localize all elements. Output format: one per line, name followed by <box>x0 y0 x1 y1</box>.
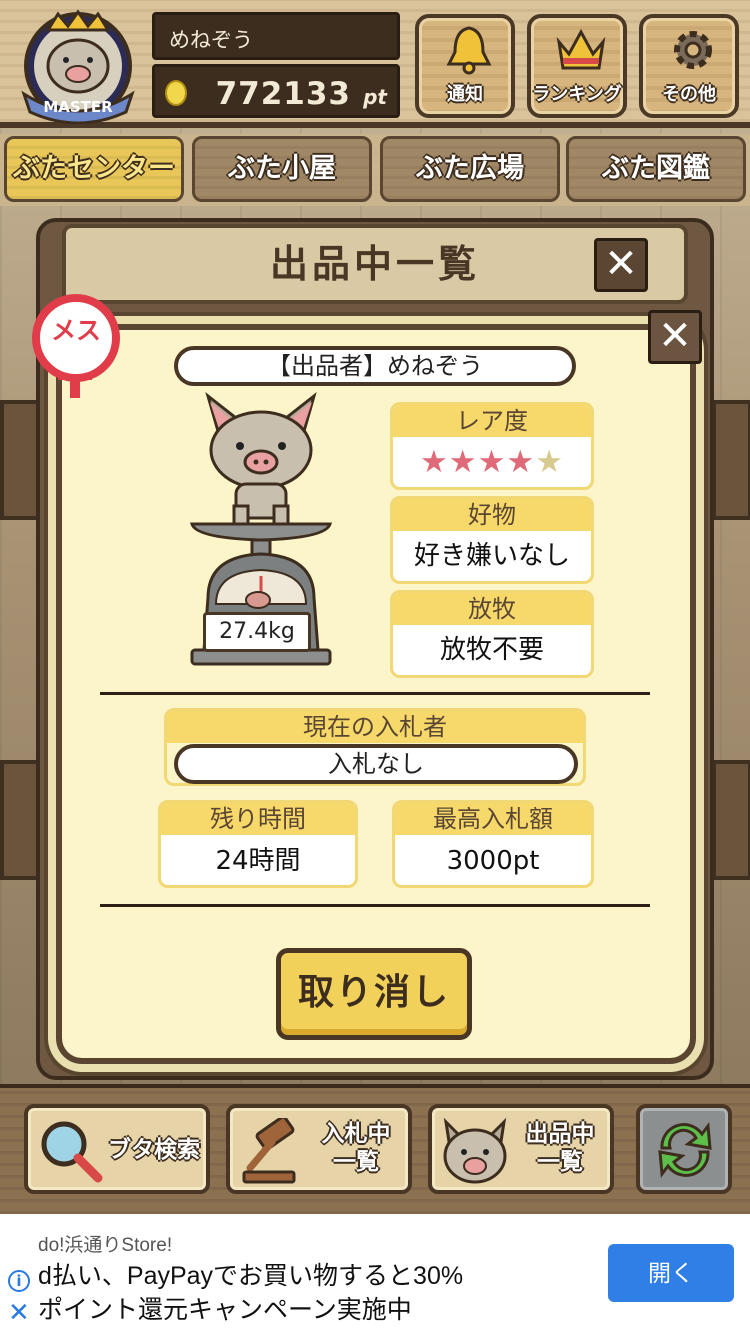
bell-icon <box>446 26 492 75</box>
bidding-list-button[interactable]: 入札中 一覧 <box>226 1104 412 1194</box>
grazing-value: 放牧不要 <box>439 635 544 665</box>
seller-field: 【出品者】めねぞう <box>174 346 576 386</box>
tab-buta-encyclopedia[interactable]: ぶた図鑑 <box>566 136 746 202</box>
grazing-box: 放牧 放牧不要 <box>390 590 594 678</box>
star-filled-icon: ★ <box>448 444 478 480</box>
ad-close-icon[interactable]: ✕ <box>8 1300 30 1326</box>
divider <box>100 904 650 907</box>
username: めねぞう <box>169 28 253 52</box>
favorite-value: 好き嫌いなし <box>413 541 570 571</box>
refresh-button[interactable] <box>636 1104 732 1194</box>
weight-display: 27.4kg <box>203 612 311 652</box>
gender-label: メス <box>50 316 101 345</box>
coin-icon <box>165 80 187 106</box>
panel-close-button[interactable]: ✕ <box>594 238 648 292</box>
listing-label-1: 出品中 <box>525 1121 595 1147</box>
points-value: 772133 <box>215 76 351 112</box>
points-unit: pt <box>363 85 387 109</box>
refresh-icon <box>658 1121 712 1179</box>
badge-text: MASTER <box>43 98 113 116</box>
notification-label: 通知 <box>447 84 483 105</box>
background-beam <box>712 760 750 880</box>
gavel-icon <box>242 1118 296 1184</box>
ad-text-line-1: d払い、PayPayでお買い物すると30% <box>38 1262 464 1290</box>
notification-button[interactable]: 通知 <box>415 14 515 118</box>
pig-search-label: ブタ検索 <box>108 1137 200 1163</box>
star-empty-icon: ★ <box>535 444 564 480</box>
highest-bid-box: 最高入札額 3000pt <box>392 800 594 888</box>
listing-list-button[interactable]: 出品中 一覧 <box>428 1104 614 1194</box>
pig-face-icon <box>443 1117 507 1184</box>
rarity-stars: ★★★★★ <box>393 437 591 487</box>
highest-bid-label: 最高入札額 <box>395 803 591 835</box>
tab-buta-center[interactable]: ぶたセンター <box>4 136 184 202</box>
pig-avatar-icon: MASTER <box>21 9 135 125</box>
divider <box>100 692 650 695</box>
ranking-button[interactable]: ランキング <box>527 14 627 118</box>
username-field: めねぞう <box>152 12 400 60</box>
rarity-box: レア度 ★★★★★ <box>390 402 594 490</box>
magnifier-icon <box>41 1121 103 1183</box>
bidding-label-2: 一覧 <box>333 1149 379 1175</box>
gear-icon <box>674 31 712 69</box>
female-icon: メス <box>32 294 120 382</box>
star-filled-icon: ★ <box>477 444 507 480</box>
background-beam <box>0 760 40 880</box>
points-field: 772133 pt <box>152 64 400 118</box>
ad-open-button[interactable]: 開く <box>608 1244 734 1302</box>
current-bidder-label: 現在の入札者 <box>167 711 583 743</box>
main-nav: ぶたセンター ぶた小屋 ぶた広場 ぶた図鑑 <box>0 134 750 206</box>
ad-text-line-2: ポイント還元キャンペーン実施中 <box>38 1296 412 1324</box>
background-beam <box>712 400 750 520</box>
ranking-label: ランキング <box>532 84 622 105</box>
time-left-label: 残り時間 <box>161 803 355 835</box>
other-button[interactable]: その他 <box>639 14 739 118</box>
time-left-value: 24時間 <box>215 846 301 876</box>
tab-buta-plaza[interactable]: ぶた広場 <box>380 136 560 202</box>
favorite-label: 好物 <box>393 499 591 531</box>
ad-info-icon[interactable]: i <box>8 1270 30 1292</box>
ad-store-name: do!浜通りStore! <box>38 1235 173 1256</box>
background-beam <box>0 400 40 520</box>
bottom-toolbar: ブタ検索 入札中 一覧 出品中 一覧 <box>0 1084 750 1214</box>
master-badge[interactable]: MASTER <box>14 8 142 125</box>
highest-bid-value: 3000pt <box>446 846 540 876</box>
bidding-label-1: 入札中 <box>321 1121 391 1147</box>
pig-search-button[interactable]: ブタ検索 <box>24 1104 210 1194</box>
current-bidder-value: 入札なし <box>174 744 578 784</box>
tab-buta-hut[interactable]: ぶた小屋 <box>192 136 372 202</box>
other-label: その他 <box>662 84 716 105</box>
listing-label-2: 一覧 <box>537 1149 583 1175</box>
cancel-listing-button[interactable]: 取り消し <box>276 948 472 1040</box>
star-filled-icon: ★ <box>420 444 449 480</box>
favorite-box: 好物 好き嫌いなし <box>390 496 594 584</box>
time-left-box: 残り時間 24時間 <box>158 800 358 888</box>
crown-icon <box>556 28 606 70</box>
app-header: MASTER めねぞう 772133 pt 通知 ランキング その他 <box>0 0 750 128</box>
star-filled-icon: ★ <box>506 444 536 480</box>
ad-banner[interactable]: do!浜通りStore! d払い、PayPayでお買い物すると30% ポイント還… <box>0 1214 750 1334</box>
grazing-label: 放牧 <box>393 593 591 625</box>
rarity-label: レア度 <box>393 405 591 437</box>
detail-close-button[interactable]: ✕ <box>648 310 702 364</box>
